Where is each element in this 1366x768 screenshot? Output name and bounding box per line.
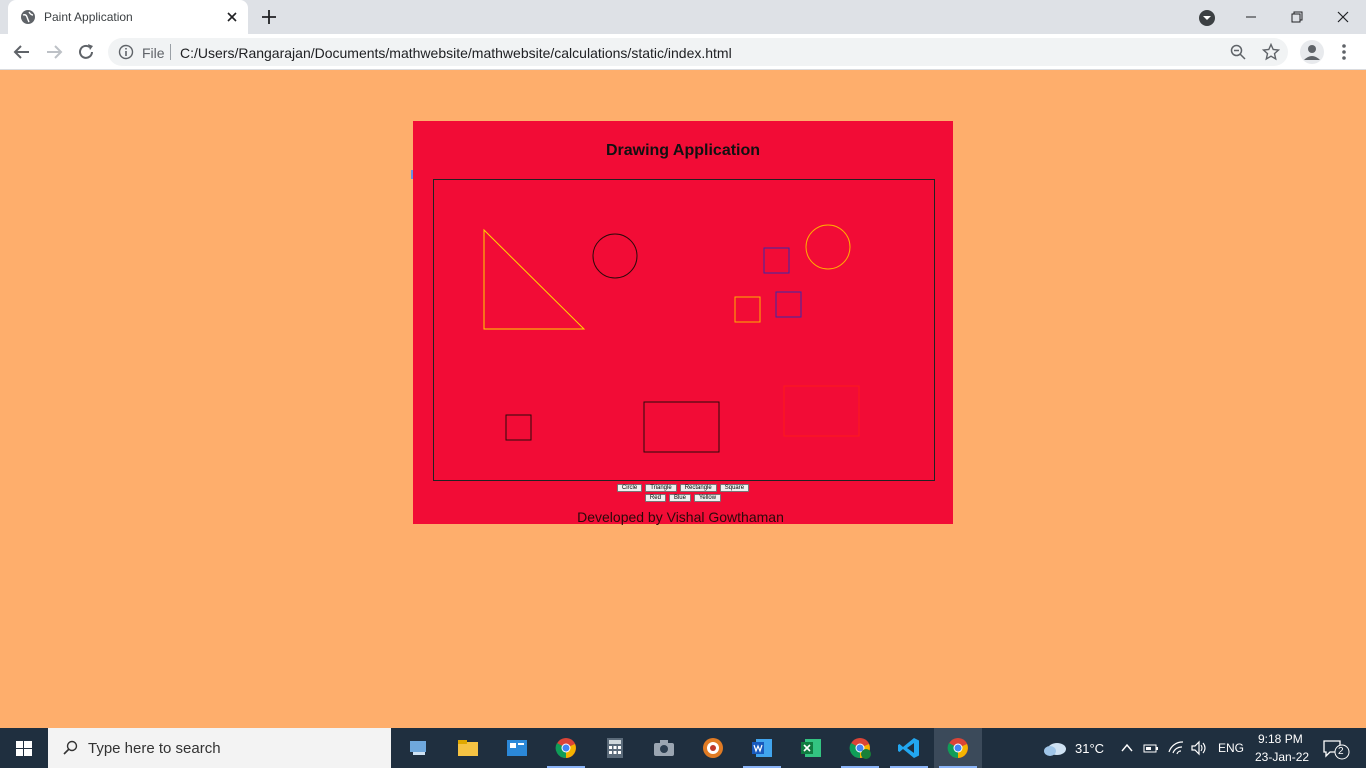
drawn-square-blue-1 <box>763 247 790 274</box>
vscode-icon[interactable] <box>897 736 921 760</box>
browser-tab[interactable]: Paint Application <box>8 0 248 34</box>
rectangle-button[interactable]: Rectangle <box>679 484 717 492</box>
tab-search-icon[interactable] <box>1198 9 1216 27</box>
kebab-menu-icon[interactable] <box>1336 42 1352 62</box>
excel-icon[interactable] <box>799 736 823 760</box>
news-app-icon[interactable] <box>505 736 529 760</box>
minimize-button[interactable] <box>1228 0 1274 34</box>
drawn-square-yellow <box>734 296 761 323</box>
drawn-square-dark <box>505 414 532 441</box>
color-button-row: Red Blue Yellow <box>413 494 953 502</box>
person-icon <box>1304 45 1320 60</box>
restore-icon <box>1291 11 1303 23</box>
weather-cloud-icon[interactable] <box>1042 738 1068 758</box>
reload-icon[interactable] <box>76 42 96 62</box>
file-explorer-icon[interactable] <box>456 736 480 760</box>
start-button[interactable] <box>0 728 48 768</box>
drawing-canvas[interactable] <box>433 179 935 481</box>
info-icon[interactable] <box>118 44 134 60</box>
camera-icon[interactable] <box>652 736 676 760</box>
new-tab-icon[interactable] <box>260 8 278 26</box>
clock-time[interactable]: 9:18 PM <box>1258 732 1303 746</box>
language-indicator[interactable]: ENG <box>1218 741 1244 755</box>
blue-button[interactable]: Blue <box>668 494 691 502</box>
back-icon[interactable] <box>12 42 32 62</box>
search-icon <box>63 740 78 755</box>
drawn-rectangle-red <box>783 385 860 437</box>
task-view-icon[interactable] <box>407 736 431 760</box>
circle-button[interactable]: Circle <box>616 484 643 492</box>
drawn-rectangle-dark <box>643 401 720 453</box>
zoom-icon[interactable] <box>1230 44 1246 60</box>
notification-icon[interactable] <box>1322 738 1350 760</box>
notification-count: 2 <box>1338 746 1344 757</box>
app-emblem-icon[interactable] <box>701 736 725 760</box>
close-window-button[interactable] <box>1320 0 1366 34</box>
drawn-square-blue-2 <box>775 291 802 318</box>
triangle-button[interactable]: Triangle <box>645 484 677 492</box>
chrome-icon[interactable] <box>554 736 578 760</box>
word-icon[interactable] <box>750 736 774 760</box>
wifi-icon[interactable] <box>1167 740 1185 756</box>
chevron-up-icon[interactable] <box>1121 742 1133 754</box>
yellow-button[interactable]: Yellow <box>693 494 722 502</box>
browser-toolbar: File C:/Users/Rangarajan/Documents/mathw… <box>0 34 1366 70</box>
square-button[interactable]: Square <box>719 484 750 492</box>
chrome-profile-icon[interactable] <box>848 736 872 760</box>
url-text[interactable]: C:/Users/Rangarajan/Documents/mathwebsit… <box>180 45 732 61</box>
scheme-label: File <box>142 45 165 61</box>
close-tab-icon[interactable] <box>224 9 240 25</box>
search-placeholder: Type here to search <box>88 740 221 757</box>
footer-credit: Developed by Vishal Gowthaman <box>577 509 784 525</box>
shape-button-row: Circle Triangle Rectangle Square <box>413 484 953 492</box>
red-button[interactable]: Red <box>644 494 666 502</box>
canvas-drawing <box>483 224 860 453</box>
drawn-circle-yellow <box>805 224 851 270</box>
clock-date[interactable]: 23-Jan-22 <box>1255 750 1309 764</box>
windows-logo-icon <box>16 741 32 756</box>
restore-button[interactable] <box>1274 0 1320 34</box>
globe-icon <box>21 10 35 24</box>
address-separator <box>170 44 171 60</box>
battery-icon[interactable] <box>1143 741 1159 755</box>
taskbar-search[interactable]: Type here to search <box>48 728 391 768</box>
drawing-app-panel: Drawing Application Circle Triangle Rect… <box>413 121 953 525</box>
bookmark-star-icon[interactable] <box>1262 43 1280 61</box>
page-title: Drawing Application <box>605 142 761 159</box>
tab-title: Paint Application <box>44 10 133 24</box>
forward-icon[interactable] <box>44 42 64 62</box>
close-icon <box>1337 11 1349 23</box>
drawn-triangle <box>483 228 586 330</box>
chrome-active-icon[interactable] <box>946 736 970 760</box>
taskbar: Type here to search 31°C ENG 9:18 PM 23-… <box>0 728 1366 768</box>
volume-icon[interactable] <box>1190 740 1208 756</box>
address-bar[interactable]: File C:/Users/Rangarajan/Documents/mathw… <box>108 38 1288 66</box>
weather-temp[interactable]: 31°C <box>1075 741 1104 756</box>
calculator-icon[interactable] <box>603 736 627 760</box>
profile-avatar[interactable] <box>1300 40 1324 64</box>
drawn-circle-dark <box>592 233 638 279</box>
minimize-icon <box>1246 16 1256 18</box>
tab-strip: Paint Application <box>0 0 1366 34</box>
